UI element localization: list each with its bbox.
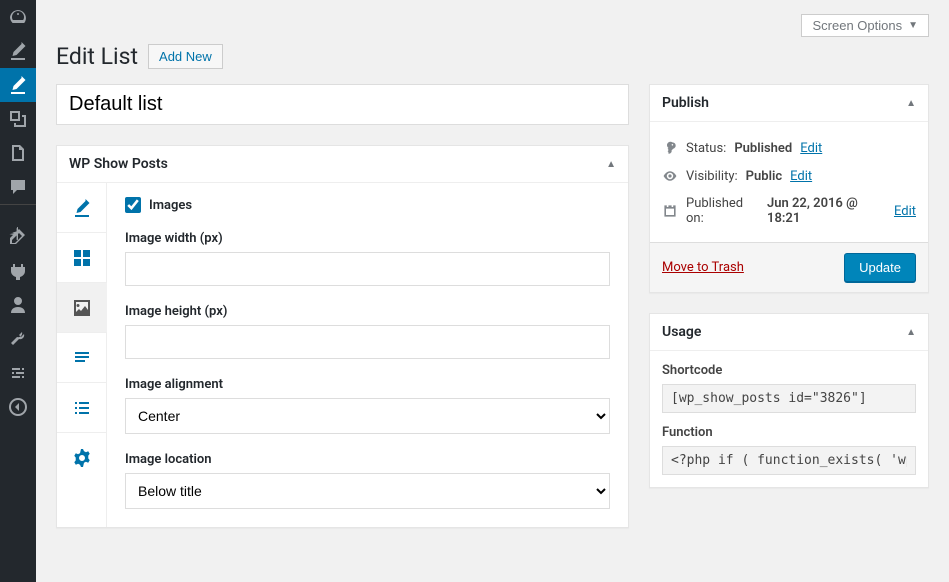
tab-posts[interactable] [57, 183, 107, 233]
main-content: Screen Options ▼ Edit List Add New WP Sh… [36, 0, 949, 568]
publish-body: Status: Published Edit Visibility: Publi… [650, 122, 928, 292]
sidebar-item-users[interactable] [0, 288, 36, 322]
status-edit-link[interactable]: Edit [800, 141, 822, 156]
image-width-label: Image width (px) [125, 231, 610, 246]
publish-header[interactable]: Publish ▲ [650, 85, 928, 122]
images-label: Images [149, 198, 192, 213]
move-to-trash-link[interactable]: Move to Trash [662, 260, 744, 275]
key-icon [662, 140, 678, 156]
published-edit-link[interactable]: Edit [894, 204, 916, 219]
status-value: Published [734, 141, 792, 156]
image-height-label: Image height (px) [125, 304, 610, 319]
visibility-row: Visibility: Public Edit [662, 162, 916, 190]
eye-icon [662, 168, 678, 184]
sidebar-item-collapse[interactable] [0, 390, 36, 424]
sidebar-item-media[interactable] [0, 102, 36, 136]
add-new-button[interactable]: Add New [148, 44, 223, 69]
metabox-title: WP Show Posts [69, 156, 168, 172]
visibility-value: Public [746, 169, 782, 184]
collapse-icon: ▲ [906, 327, 916, 338]
admin-sidebar [0, 0, 36, 582]
main-column: WP Show Posts ▲ Ima [56, 84, 629, 548]
tab-content[interactable] [57, 333, 107, 383]
publish-metabox: Publish ▲ Status: Published Edit Visibil… [649, 84, 929, 293]
sidebar-item-comments[interactable] [0, 170, 36, 204]
tab-columns[interactable] [57, 233, 107, 283]
sidebar-item-pages[interactable] [0, 136, 36, 170]
publish-title: Publish [662, 95, 709, 111]
sidebar-item-plugins[interactable] [0, 254, 36, 288]
sidebar-item-settings[interactable] [0, 356, 36, 390]
metabox-body: Images Image width (px) Image height (px… [57, 183, 628, 527]
page-header: Edit List Add New [56, 43, 929, 70]
status-label: Status: [686, 141, 726, 156]
update-button[interactable]: Update [844, 253, 916, 282]
published-value: Jun 22, 2016 @ 18:21 [767, 196, 886, 226]
visibility-label: Visibility: [686, 169, 738, 184]
shortcode-value[interactable] [662, 384, 916, 413]
collapse-icon: ▲ [906, 98, 916, 109]
settings-fields: Images Image width (px) Image height (px… [107, 183, 628, 527]
side-column: Publish ▲ Status: Published Edit Visibil… [649, 84, 929, 508]
topbar: Screen Options ▼ [56, 10, 929, 43]
screen-options-button[interactable]: Screen Options ▼ [801, 14, 929, 37]
sidebar-item-dashboard[interactable] [0, 0, 36, 34]
screen-options-label: Screen Options [812, 18, 902, 33]
image-width-input[interactable] [125, 252, 610, 286]
usage-body: Shortcode Function [650, 351, 928, 487]
collapse-icon: ▲ [606, 159, 616, 170]
calendar-icon [662, 203, 678, 219]
tab-more[interactable] [57, 433, 107, 483]
page-title: Edit List [56, 43, 138, 70]
usage-metabox: Usage ▲ Shortcode Function [649, 313, 929, 488]
shortcode-label: Shortcode [662, 363, 916, 378]
settings-tabs [57, 183, 107, 527]
publish-actions: Move to Trash Update [650, 242, 928, 292]
visibility-edit-link[interactable]: Edit [790, 169, 812, 184]
metabox-header[interactable]: WP Show Posts ▲ [57, 146, 628, 183]
usage-header[interactable]: Usage ▲ [650, 314, 928, 351]
sidebar-separator [0, 204, 36, 220]
images-checkbox-row: Images [125, 197, 610, 213]
usage-title: Usage [662, 324, 701, 340]
sidebar-item-tools[interactable] [0, 322, 36, 356]
image-location-label: Image location [125, 452, 610, 467]
published-label: Published on: [686, 196, 759, 226]
tab-images[interactable] [57, 283, 107, 333]
post-title-input[interactable] [56, 84, 629, 125]
tab-meta[interactable] [57, 383, 107, 433]
image-location-select[interactable]: Below title [125, 473, 610, 509]
published-row: Published on: Jun 22, 2016 @ 18:21 Edit [662, 190, 916, 232]
image-height-input[interactable] [125, 325, 610, 359]
sidebar-item-wpshowposts[interactable] [0, 68, 36, 102]
sidebar-item-posts[interactable] [0, 34, 36, 68]
image-alignment-label: Image alignment [125, 377, 610, 392]
wpshowposts-metabox: WP Show Posts ▲ Ima [56, 145, 629, 528]
function-label: Function [662, 425, 916, 440]
status-row: Status: Published Edit [662, 134, 916, 162]
function-value[interactable] [662, 446, 916, 475]
sidebar-item-appearance[interactable] [0, 220, 36, 254]
images-checkbox[interactable] [125, 197, 141, 213]
chevron-down-icon: ▼ [908, 20, 918, 31]
image-alignment-select[interactable]: Center [125, 398, 610, 434]
